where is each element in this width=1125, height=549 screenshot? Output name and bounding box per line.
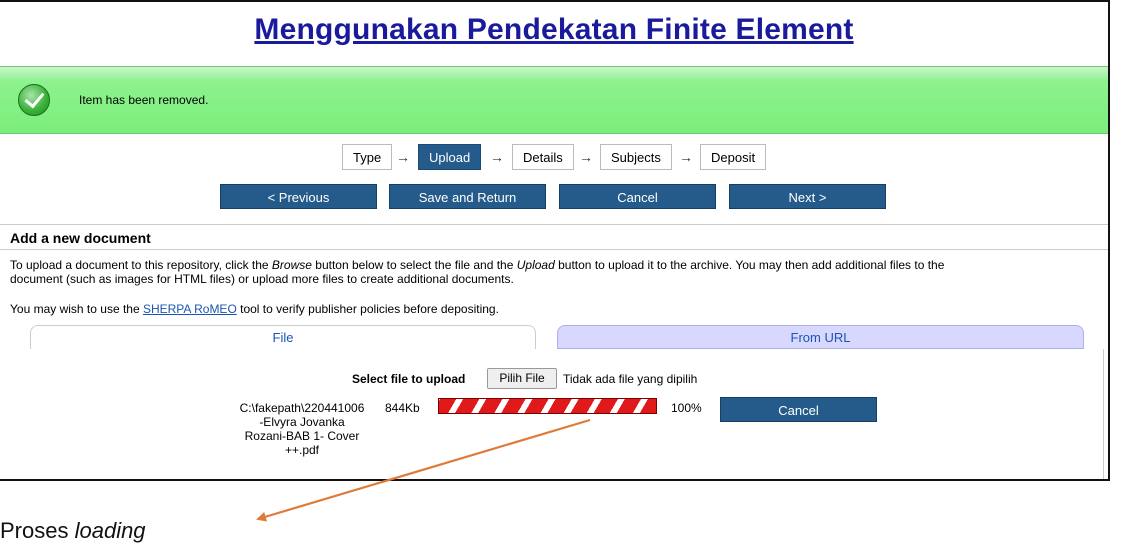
cancel-upload-button[interactable]: Cancel [720, 397, 877, 422]
cancel-button[interactable]: Cancel [559, 184, 716, 209]
sherpa-text-part: You may wish to use the [10, 302, 143, 316]
page-title: Menggunakan Pendekatan Finite Element [254, 13, 854, 46]
workflow-stage-details[interactable]: Details [512, 144, 574, 170]
tab-file[interactable]: File [30, 325, 536, 349]
workflow-stage-deposit[interactable]: Deposit [700, 144, 767, 170]
uploaded-file-name: C:\fakepath\220441006 -Elvyra Jovanka Ro… [222, 401, 382, 457]
workflow-stage-subjects[interactable]: Subjects [600, 144, 672, 170]
browser-content-frame: Menggunakan Pendekatan Finite Element It… [0, 0, 1110, 481]
divider [0, 224, 1108, 225]
file-name-line: C:\fakepath\220441006 [239, 401, 365, 415]
intro-text-part: document (such as images for HTML files)… [10, 272, 514, 286]
intro-text-part: button to upload it to the archive. You … [554, 258, 945, 272]
choose-file-button[interactable]: Pilih File [487, 368, 557, 389]
upload-progress-bar [438, 398, 657, 414]
upload-progress-fill [439, 399, 656, 413]
intro-browse-term: Browse [271, 258, 312, 272]
select-file-label: Select file to upload [352, 372, 466, 386]
file-name-line: -Elvyra Jovanka [259, 415, 345, 429]
save-and-return-button[interactable]: Save and Return [389, 184, 546, 209]
intro-upload-term: Upload [516, 258, 555, 272]
annotation-emphasis: loading [74, 518, 146, 543]
file-size: 844Kb [385, 401, 420, 415]
upload-panel [18, 349, 1104, 479]
arrow-right-icon: → [579, 149, 593, 165]
intro-text-part: button below to select the file and the [311, 258, 517, 272]
intro-text-part: To upload a document to this repository,… [10, 258, 272, 272]
previous-button[interactable]: < Previous [220, 184, 377, 209]
workflow-stages: Type → Upload → Details → Subjects → Dep… [0, 144, 1108, 172]
arrow-right-icon: → [679, 149, 693, 165]
message-box: Item has been removed. [0, 66, 1108, 134]
tab-from-url[interactable]: From URL [557, 325, 1084, 349]
section-title: Add a new document [10, 230, 151, 246]
annotation-caption: Proses loading [0, 518, 146, 544]
file-name-line: ++.pdf [284, 443, 320, 457]
upload-progress-percent: 100% [671, 401, 702, 415]
no-file-chosen-text: Tidak ada file yang dipilih [563, 372, 698, 386]
arrow-right-icon: → [396, 149, 410, 165]
check-icon [18, 84, 50, 116]
annotation-text: Proses [0, 518, 75, 543]
arrow-right-icon: → [490, 149, 504, 165]
workflow-stage-upload[interactable]: Upload [418, 144, 482, 170]
sherpa-text-part: tool to verify publisher policies before… [236, 302, 499, 316]
divider [0, 249, 1108, 250]
message-text: Item has been removed. [79, 93, 209, 107]
sherpa-text: You may wish to use the SHERPA RoMEO too… [10, 302, 1095, 316]
sherpa-romeo-link[interactable]: SHERPA RoMEO [143, 302, 237, 316]
intro-text: To upload a document to this repository,… [10, 258, 1095, 286]
next-button[interactable]: Next > [729, 184, 886, 209]
workflow-stage-type[interactable]: Type [342, 144, 393, 170]
file-name-line: Rozani-BAB 1- Cover [244, 429, 360, 443]
